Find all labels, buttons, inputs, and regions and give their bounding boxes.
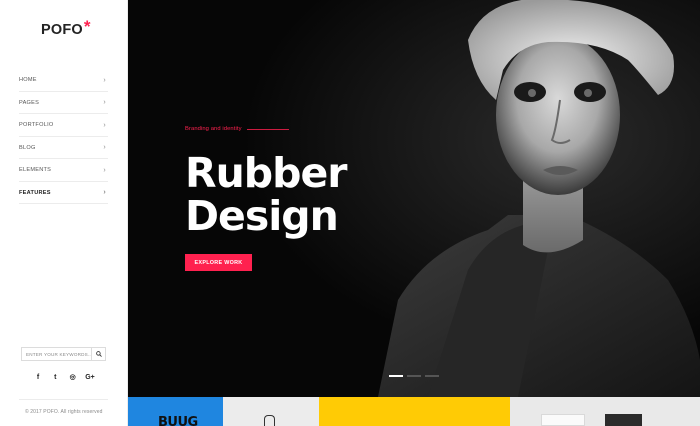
mockup-image	[541, 414, 585, 426]
explore-work-button[interactable]: EXPLORE WORK	[185, 254, 252, 271]
chevron-right-icon: ›	[103, 144, 106, 152]
logo[interactable]: POFO*	[41, 17, 91, 39]
social-links: f t ◎ G+	[32, 373, 96, 382]
slider-pagination	[389, 375, 439, 377]
hero-eyebrow-text: Branding and identity	[185, 126, 242, 132]
chevron-right-icon: ›	[103, 189, 106, 197]
nav-item-blog[interactable]: BLOG ›	[19, 137, 108, 159]
search-button[interactable]	[91, 348, 105, 360]
twitter-icon[interactable]: t	[49, 374, 61, 381]
chevron-right-icon: ›	[103, 121, 106, 129]
portfolio-tile-text: BUUG	[158, 415, 198, 426]
hero-headline-line-1: Rubber	[185, 149, 347, 197]
divider	[19, 399, 108, 400]
mockup-image	[605, 414, 642, 426]
google-plus-icon[interactable]: G+	[84, 374, 96, 381]
nav-item-label: HOME	[19, 77, 37, 84]
portfolio-tile[interactable]	[223, 397, 319, 426]
dribbble-icon[interactable]: ◎	[67, 373, 79, 381]
search-input[interactable]	[22, 348, 91, 360]
search-box	[21, 347, 106, 361]
slider-dot[interactable]	[389, 375, 403, 377]
logo-text: POFO	[41, 22, 83, 38]
nav-item-label: FEATURES	[19, 189, 51, 196]
nav-item-label: PORTFOLIO	[19, 122, 54, 129]
logo-star-icon: *	[83, 17, 91, 36]
hero-slider: Branding and identity Rubber Design EXPL…	[128, 0, 700, 397]
hero-eyebrow: Branding and identity	[185, 126, 289, 132]
product-image	[264, 415, 275, 426]
chevron-right-icon: ›	[103, 76, 106, 84]
slider-dot[interactable]	[407, 375, 421, 377]
nav-item-portfolio[interactable]: PORTFOLIO ›	[19, 114, 108, 137]
hero-headline: Rubber Design	[185, 149, 347, 240]
nav-item-label: ELEMENTS	[19, 167, 52, 174]
nav-item-elements[interactable]: ELEMENTS ›	[19, 159, 108, 182]
chevron-right-icon: ›	[103, 166, 106, 174]
nav-item-label: BLOG	[19, 144, 36, 151]
nav-item-pages[interactable]: PAGES ›	[19, 92, 108, 114]
nav-item-home[interactable]: HOME ›	[19, 69, 108, 92]
facebook-icon[interactable]: f	[32, 374, 44, 381]
portfolio-tile[interactable]	[319, 397, 510, 426]
hero-headline-line-2: Design	[185, 192, 339, 240]
portfolio-tile[interactable]: BUUG	[128, 397, 223, 426]
nav-item-features[interactable]: FEATURES ›	[19, 182, 108, 204]
portfolio-strip: BUUG	[128, 397, 700, 426]
slider-dot[interactable]	[425, 375, 439, 377]
sidebar: POFO* HOME › PAGES › PORTFOLIO › BLOG › ELEM…	[0, 0, 128, 426]
chevron-right-icon: ›	[103, 99, 106, 107]
main-nav: HOME › PAGES › PORTFOLIO › BLOG › ELEMENTS › …	[19, 69, 108, 204]
copyright-text: © 2017 POFO. All rights reserved	[25, 409, 103, 415]
eyebrow-divider	[246, 128, 289, 130]
portfolio-tile[interactable]	[510, 397, 700, 426]
nav-item-label: PAGES	[19, 99, 40, 106]
search-icon	[95, 351, 102, 357]
